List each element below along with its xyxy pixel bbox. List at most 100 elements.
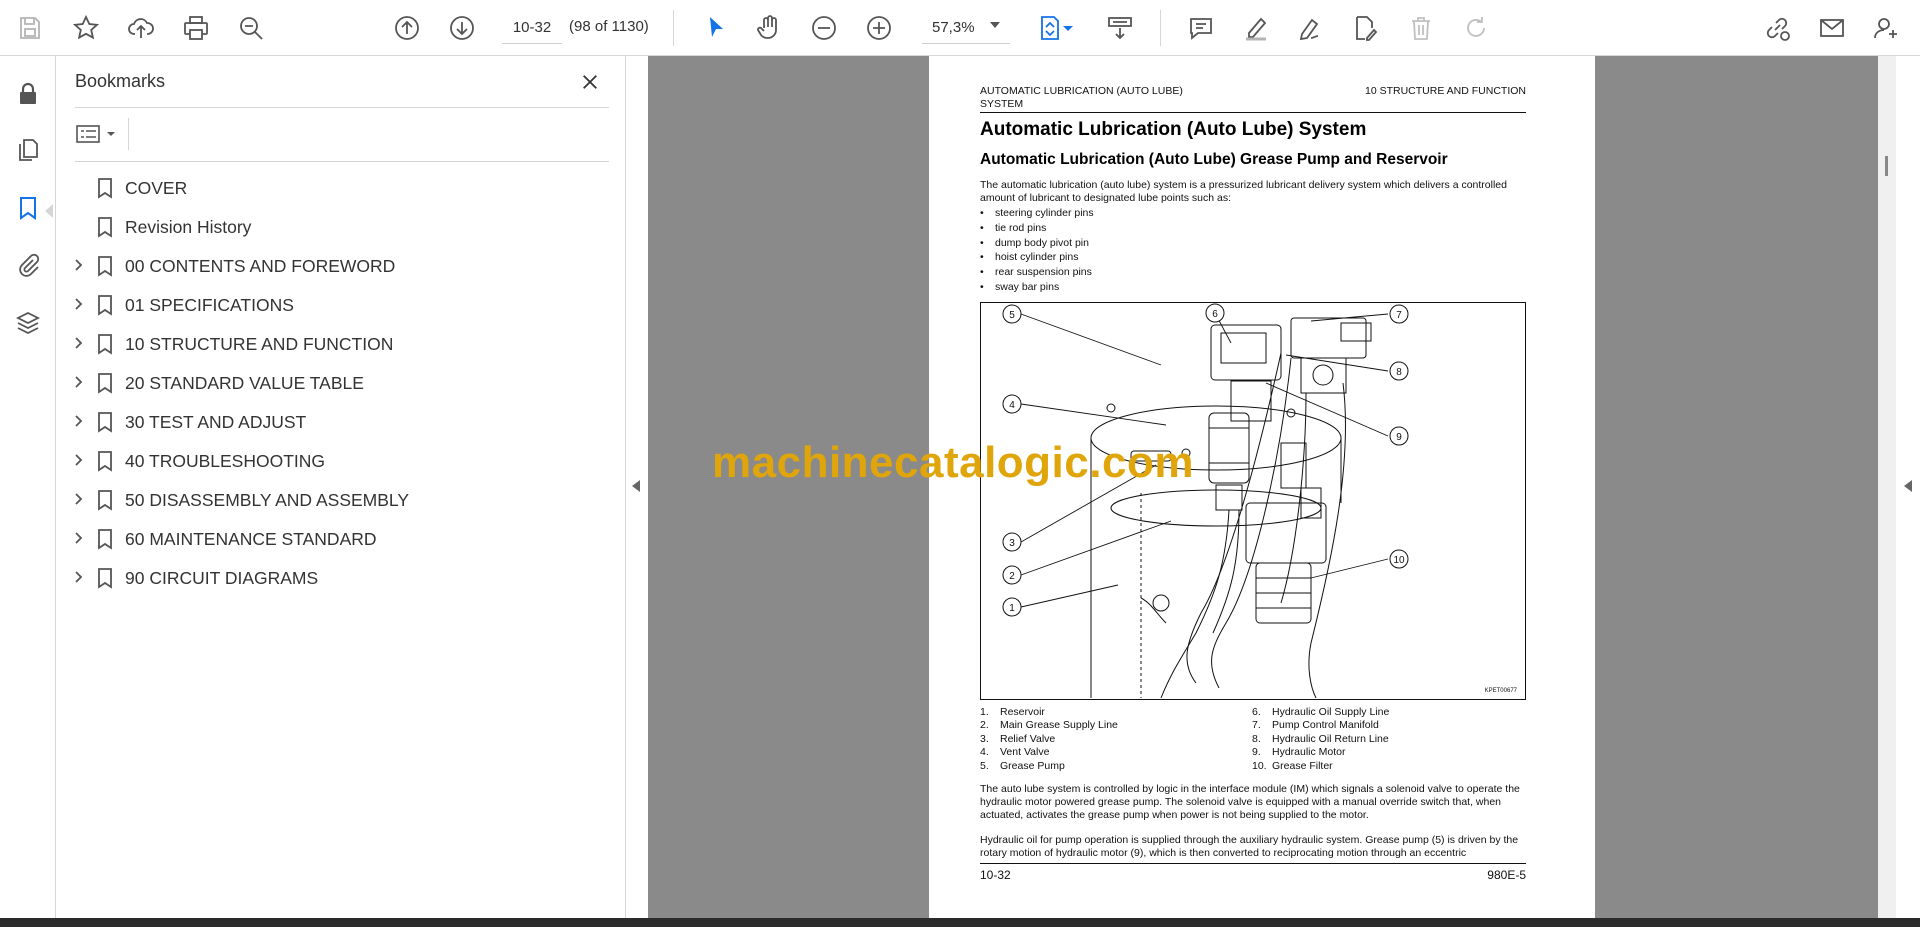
bookmark-icon	[98, 568, 112, 589]
main-toolbar: (98 of 1130)	[0, 0, 1920, 56]
print-icon[interactable]	[178, 10, 214, 46]
legend-item: 3. Relief Valve	[980, 733, 1118, 746]
zoom-in-icon[interactable]	[861, 10, 897, 46]
bookmark-label: 90 CIRCUIT DIAGRAMS	[125, 568, 319, 588]
redo-icon[interactable]	[1458, 10, 1494, 46]
select-cursor-icon[interactable]	[698, 10, 734, 46]
lube-point-item: sway bar pins	[980, 280, 1094, 295]
bookmark-label: 00 CONTENTS AND FOREWORD	[125, 256, 396, 276]
callout-4: 4	[1009, 400, 1015, 411]
bookmarks-icon[interactable]	[10, 190, 46, 226]
draw-sign-icon[interactable]	[1292, 10, 1328, 46]
layers-icon[interactable]	[10, 305, 46, 341]
legend-text: Hydraulic Oil Supply Line	[1272, 706, 1390, 718]
pump-illustration: 5 6 7 8 9 4 3 2 1 10	[1002, 303, 1409, 699]
chevron-right-icon[interactable]	[70, 491, 86, 507]
active-indicator	[45, 204, 53, 218]
page-footer-left: 10-32	[980, 868, 1011, 882]
star-icon[interactable]	[68, 10, 104, 46]
vertical-scrollbar[interactable]	[1878, 56, 1896, 918]
collapse-right-pane-button[interactable]	[1896, 56, 1920, 918]
callout-3: 3	[1009, 538, 1015, 549]
legend-text: Grease Pump	[1000, 759, 1065, 772]
chevron-right-icon[interactable]	[70, 296, 86, 312]
bookmark-item[interactable]: 01 SPECIFICATIONS	[56, 285, 626, 324]
lock-icon[interactable]	[10, 76, 46, 112]
bookmark-item[interactable]: 00 CONTENTS AND FOREWORD	[56, 246, 626, 285]
delete-icon[interactable]	[1403, 10, 1439, 46]
callout-7: 7	[1396, 310, 1402, 321]
bookmark-item[interactable]: 20 STANDARD VALUE TABLE	[56, 363, 626, 402]
bookmark-icon	[98, 178, 112, 199]
chevron-right-icon[interactable]	[70, 530, 86, 546]
save-icon[interactable]	[12, 10, 48, 46]
legend-text: Pump Control Manifold	[1272, 719, 1379, 732]
bookmark-item[interactable]: 10 STRUCTURE AND FUNCTION	[56, 324, 626, 363]
zoom-search-icon[interactable]	[233, 10, 269, 46]
legend-text: Main Grease Supply Line	[1000, 719, 1118, 732]
page-subheading: Automatic Lubrication (Auto Lube) Grease…	[980, 151, 1448, 168]
close-panel-button[interactable]	[576, 68, 604, 96]
pump-figure: 5 6 7 8 9 4 3 2 1 10 KPET00677	[980, 302, 1526, 700]
bookmark-item[interactable]: 40 TROUBLESHOOTING	[56, 441, 626, 480]
close-icon	[583, 75, 597, 89]
chevron-down-icon	[107, 132, 115, 136]
email-icon[interactable]	[1814, 10, 1850, 46]
bookmark-icon	[98, 334, 112, 355]
scroll-mode-icon[interactable]	[1102, 10, 1138, 46]
legend-number: 10.	[1252, 759, 1267, 772]
legend-item: 8. Hydraulic Oil Return Line	[1252, 733, 1389, 746]
zoom-dropdown-icon[interactable]	[990, 22, 1000, 28]
bookmark-item[interactable]: 60 MAINTENANCE STANDARD	[56, 519, 626, 558]
chevron-right-icon[interactable]	[70, 257, 86, 273]
watermark-text: machinecatalogic.com	[712, 438, 1194, 487]
scrollbar-thumb[interactable]	[1885, 156, 1888, 176]
collapse-left-pane-button[interactable]	[626, 56, 648, 918]
callout-9: 9	[1396, 432, 1402, 443]
chevron-right-icon[interactable]	[70, 452, 86, 468]
legend-number: 6.	[1252, 706, 1261, 718]
bookmark-item[interactable]: 30 TEST AND ADJUST	[56, 402, 626, 441]
page-number-input[interactable]	[502, 12, 562, 44]
legend-item: 4. Vent Valve	[980, 746, 1118, 759]
intro-paragraph: The automatic lubrication (auto lube) sy…	[980, 179, 1507, 204]
bookmark-item[interactable]: 50 DISASSEMBLY AND ASSEMBLY	[56, 480, 626, 519]
chevron-right-icon[interactable]	[70, 335, 86, 351]
chevron-right-icon[interactable]	[70, 374, 86, 390]
share-link-icon[interactable]	[1759, 10, 1795, 46]
bookmark-item[interactable]: 90 CIRCUIT DIAGRAMS	[56, 558, 626, 597]
bookmark-label: Revision History	[125, 217, 252, 237]
chevron-right-icon[interactable]	[70, 569, 86, 585]
next-page-icon[interactable]	[444, 10, 480, 46]
highlight-pen-icon[interactable]	[1238, 10, 1274, 46]
bookmark-list: COVER Revision History 00 CONTENTS AND FOR…	[56, 168, 626, 597]
attachments-icon[interactable]	[10, 246, 46, 282]
bookmark-icon	[98, 490, 112, 511]
lube-point-item: rear suspension pins	[980, 265, 1094, 280]
bookmark-item[interactable]: Revision History	[56, 207, 626, 246]
edit-document-icon[interactable]	[1347, 10, 1383, 46]
bookmark-options-button[interactable]	[76, 118, 124, 150]
legend-item: 6. Hydraulic Oil Supply Line	[1252, 706, 1389, 719]
previous-page-icon[interactable]	[389, 10, 425, 46]
account-add-icon[interactable]	[1868, 10, 1904, 46]
chevron-right-icon[interactable]	[70, 413, 86, 429]
bookmark-icon	[98, 217, 112, 238]
zoom-out-icon[interactable]	[806, 10, 842, 46]
panel-divider	[75, 161, 609, 162]
zoom-level-input[interactable]	[922, 12, 1010, 44]
comment-icon[interactable]	[1183, 10, 1219, 46]
hand-tool-icon[interactable]	[751, 10, 787, 46]
callout-8: 8	[1396, 367, 1402, 378]
cloud-upload-icon[interactable]	[123, 10, 159, 46]
page-thumbnails-icon[interactable]	[10, 132, 46, 168]
bookmark-item[interactable]: COVER	[56, 168, 626, 207]
lube-point-item: hoist cylinder pins	[980, 250, 1094, 265]
callout-6: 6	[1212, 309, 1218, 320]
bookmark-label: COVER	[125, 178, 188, 198]
page-header-right: 10 STRUCTURE AND FUNCTION	[1364, 85, 1526, 97]
page-count: (98 of 1130)	[569, 18, 649, 35]
legend-text: Grease Filter	[1272, 759, 1333, 772]
fit-dropdown-icon[interactable]	[1060, 10, 1076, 46]
bookmark-label: 10 STRUCTURE AND FUNCTION	[125, 334, 394, 354]
